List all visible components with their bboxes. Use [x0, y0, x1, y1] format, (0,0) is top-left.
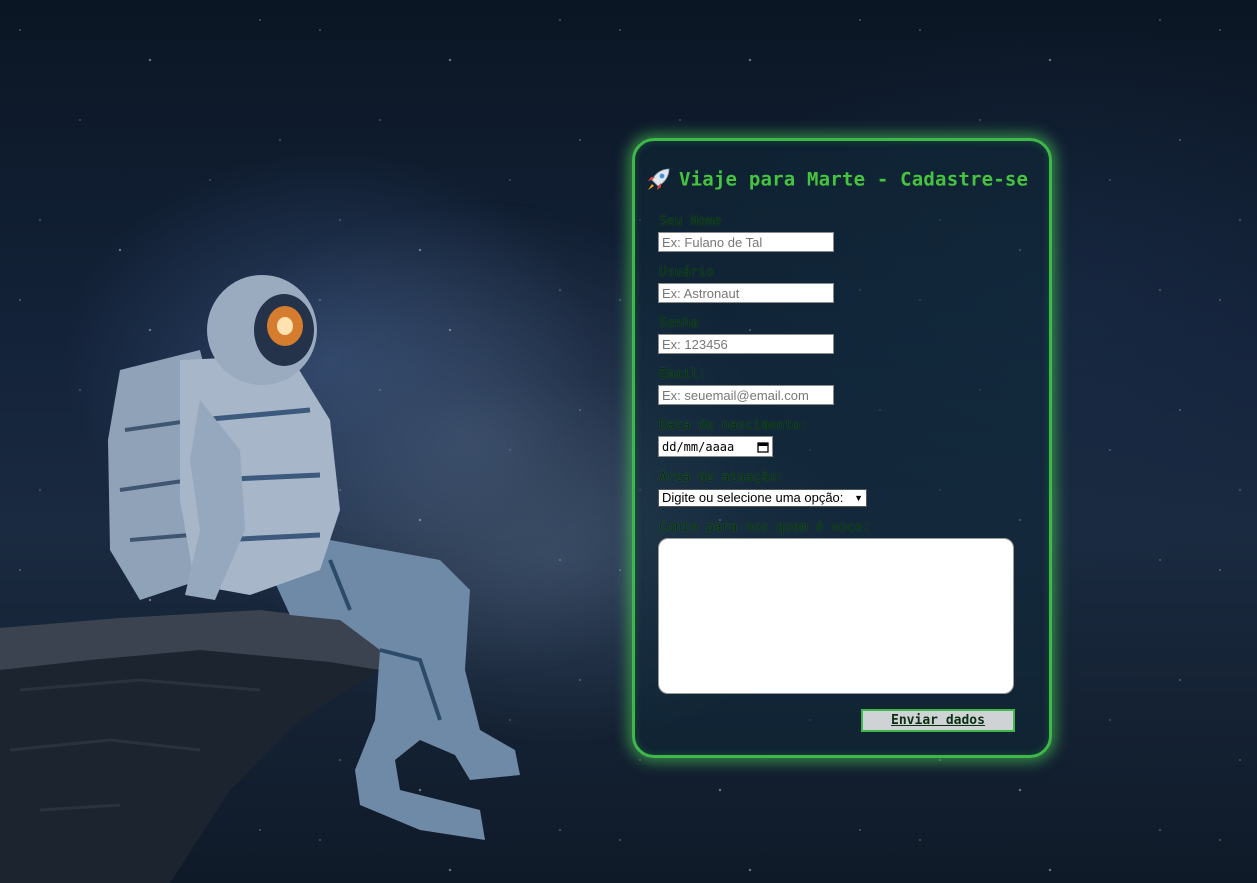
birthdate-label: Data de nascimento:: [659, 418, 808, 433]
area-select-value: Digite ou selecione uma opção:: [662, 490, 844, 505]
about-label: Conte para nos quem é voce:: [659, 520, 871, 535]
password-input[interactable]: [658, 334, 834, 354]
name-input[interactable]: [658, 232, 834, 252]
username-input[interactable]: [658, 283, 834, 303]
about-textarea[interactable]: [658, 538, 1014, 694]
name-label: Seu Nome: [659, 214, 722, 229]
registration-form-card: Viaje para Marte - Cadastre-se Seu Nome …: [632, 138, 1052, 758]
rocket-icon: [648, 168, 670, 190]
submit-button[interactable]: Enviar dados: [861, 709, 1015, 732]
calendar-icon[interactable]: [757, 441, 769, 453]
birthdate-input[interactable]: dd/mm/aaaa: [658, 436, 773, 457]
astronaut-illustration: [0, 275, 520, 883]
birthdate-value: dd/mm/aaaa: [662, 439, 735, 454]
area-select[interactable]: Digite ou selecione uma opção: ▼: [658, 489, 867, 507]
password-label: Senha: [659, 316, 699, 331]
email-input[interactable]: [658, 385, 834, 405]
form-title-text: Viaje para Marte - Cadastre-se: [679, 168, 1029, 191]
email-label: Email:: [659, 367, 706, 382]
form-title: Viaje para Marte - Cadastre-se: [645, 167, 1028, 193]
username-label: Usuário: [659, 265, 714, 280]
area-label: Área de atuação:: [659, 470, 785, 485]
chevron-down-icon: ▼: [854, 493, 863, 503]
